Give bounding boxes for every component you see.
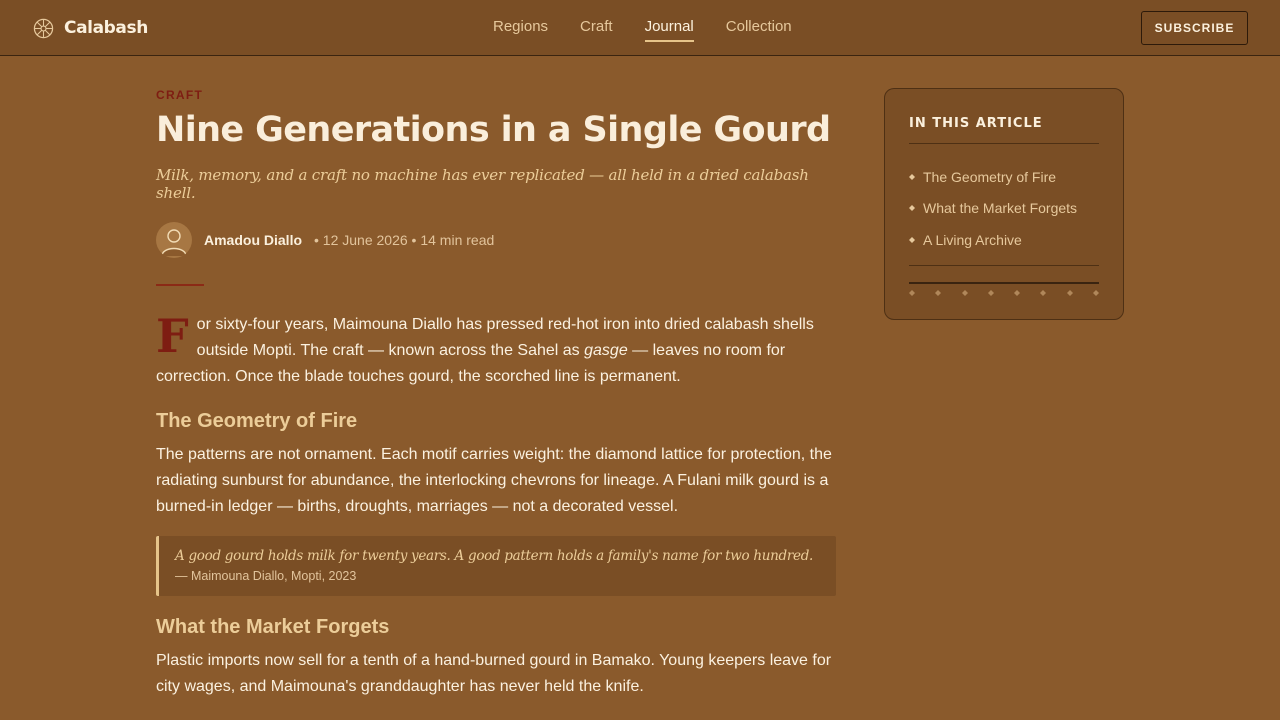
diamond-bullet-icon — [909, 205, 915, 212]
toc-item-label: A Living Archive — [923, 231, 1022, 248]
brand-name: Calabash — [64, 18, 148, 38]
diamond-bullet-icon — [909, 236, 915, 243]
calabash-rosette-icon — [33, 18, 54, 38]
lead-paragraph: For sixty-four years, Maimouna Diallo ha… — [156, 312, 836, 390]
main-nav: Regions Craft Journal Collection — [493, 18, 792, 42]
top-navigation-bar: Calabash Regions Craft Journal Collectio… — [0, 0, 1280, 56]
toc-dot-pattern — [909, 290, 1099, 296]
nav-item-craft[interactable]: Craft — [580, 18, 613, 42]
section-heading-market: What the Market Forgets — [156, 616, 390, 639]
nav-item-regions[interactable]: Regions — [493, 18, 548, 42]
brand-logo[interactable]: Calabash — [33, 17, 148, 39]
diamond-dot-icon — [935, 290, 942, 296]
article-subtitle: Milk, memory, and a craft no machine has… — [156, 166, 809, 203]
quote-text: A good gourd holds milk for twenty years… — [175, 548, 814, 565]
section-paragraph-geometry: The patterns are not ornament. Each moti… — [156, 446, 832, 516]
article-title: Nine Generations in a Single Gourd — [156, 110, 831, 150]
quote-citation: — Maimouna Diallo, Mopti, 2023 — [175, 569, 357, 584]
diamond-dot-icon — [1014, 290, 1021, 296]
user-avatar-icon — [161, 229, 187, 257]
diamond-dot-icon — [909, 290, 915, 296]
toc-heading: IN THIS ARTICLE — [909, 116, 1099, 144]
diamond-dot-icon — [1066, 290, 1073, 296]
author-avatar[interactable] — [156, 222, 192, 259]
toc-list: The Geometry of Fire What the Market For… — [909, 161, 1099, 256]
article-meta: • 12 June 2026 • 14 min read — [314, 232, 495, 249]
lead-term: gasge — [584, 342, 628, 360]
toc-item-market[interactable]: What the Market Forgets — [909, 193, 1099, 225]
diamond-bullet-icon — [909, 173, 915, 180]
byline: Amadou Diallo • 12 June 2026 • 14 min re… — [156, 222, 836, 259]
toc-rule-thick — [909, 282, 1099, 284]
nav-item-journal[interactable]: Journal — [644, 18, 694, 42]
diamond-dot-icon — [1040, 290, 1047, 296]
toc-item-geometry[interactable]: The Geometry of Fire — [909, 161, 1099, 193]
diamond-dot-icon — [961, 290, 968, 296]
diamond-dot-icon — [987, 290, 994, 296]
title-divider — [156, 284, 204, 287]
diamond-dot-icon — [1092, 290, 1099, 296]
author-name[interactable]: Amadou Diallo — [204, 232, 302, 248]
pull-quote: A good gourd holds milk for twenty years… — [156, 536, 836, 597]
table-of-contents: IN THIS ARTICLE The Geometry of Fire Wha… — [884, 88, 1124, 320]
toc-decorative-border — [909, 265, 1099, 296]
toc-item-label: What the Market Forgets — [923, 200, 1078, 217]
section-paragraph-market: Plastic imports now sell for a tenth of … — [156, 652, 832, 696]
section-heading-geometry: The Geometry of Fire — [156, 410, 358, 433]
article-category[interactable]: CRAFT — [156, 88, 836, 102]
toc-item-archive[interactable]: A Living Archive — [909, 224, 1099, 256]
toc-rule — [909, 265, 1099, 266]
drop-cap: F — [156, 309, 189, 364]
article: CRAFT Nine Generations in a Single Gourd… — [156, 88, 836, 700]
toc-item-label: The Geometry of Fire — [923, 168, 1057, 185]
nav-item-collection[interactable]: Collection — [726, 18, 792, 42]
subscribe-button[interactable]: SUBSCRIBE — [1141, 11, 1248, 45]
